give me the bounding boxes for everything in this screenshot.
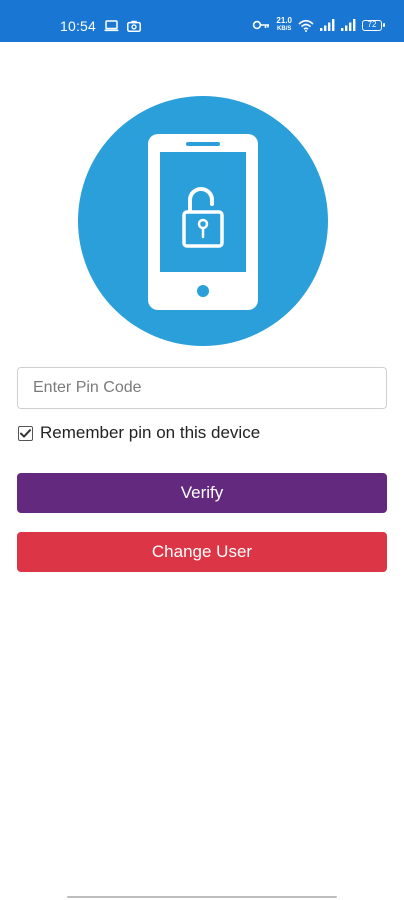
vpn-key-icon bbox=[252, 18, 270, 32]
status-time: 10:54 bbox=[60, 18, 97, 34]
signal-icon bbox=[320, 19, 335, 31]
home-indicator[interactable] bbox=[67, 896, 337, 898]
remember-pin-checkbox[interactable] bbox=[18, 425, 33, 441]
network-speed: 21.0 KB/S bbox=[276, 17, 292, 33]
phone-unlock-illustration bbox=[78, 96, 328, 346]
battery-level: 72 bbox=[367, 19, 377, 29]
status-system-icons: 21.0 KB/S 72 bbox=[252, 16, 385, 34]
network-speed-value: 21.0 bbox=[276, 16, 292, 25]
pin-code-input[interactable] bbox=[17, 367, 387, 409]
status-bar: 10:54 21.0 KB/S 72 bbox=[0, 0, 404, 42]
network-speed-unit: KB/S bbox=[277, 26, 292, 32]
phone-unlock-icon bbox=[78, 96, 328, 346]
signal-icon bbox=[341, 19, 356, 31]
remember-pin-label: Remember pin on this device bbox=[40, 423, 261, 442]
status-notification-icons bbox=[104, 18, 141, 34]
verify-button[interactable]: Verify bbox=[17, 473, 387, 513]
laptop-icon bbox=[104, 20, 119, 32]
remember-pin-row[interactable]: Remember pin on this device bbox=[18, 422, 260, 444]
checkmark-icon bbox=[20, 428, 31, 438]
change-user-button[interactable]: Change User bbox=[17, 532, 387, 572]
camera-icon bbox=[127, 20, 141, 32]
wifi-icon bbox=[298, 19, 314, 32]
battery-icon: 72 bbox=[362, 19, 385, 31]
